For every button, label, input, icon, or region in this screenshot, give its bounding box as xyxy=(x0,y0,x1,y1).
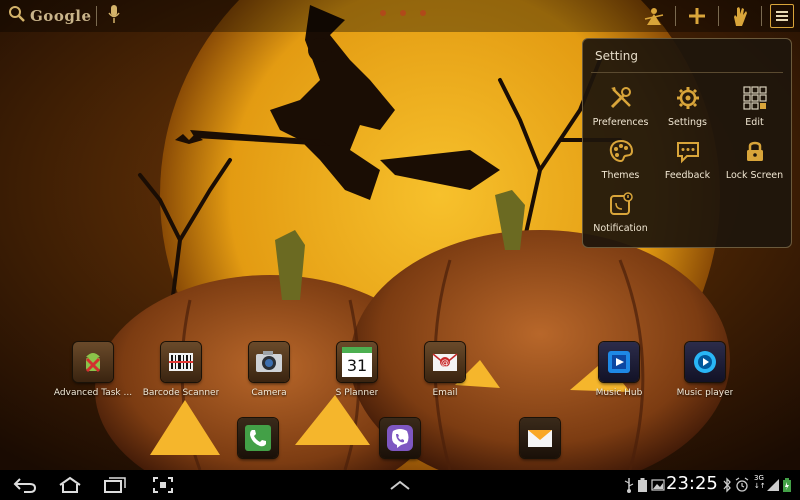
setting-item-themes[interactable]: Themes xyxy=(587,136,654,181)
screenshot-button[interactable] xyxy=(148,474,178,496)
setting-item-label: Feedback xyxy=(664,170,711,181)
menu-icon[interactable] xyxy=(770,4,794,28)
usb-icon xyxy=(624,477,634,497)
app-camera[interactable]: Camera xyxy=(226,342,312,398)
app-label: Email xyxy=(432,388,458,398)
page-indicator xyxy=(380,10,426,16)
setting-item-label: Themes xyxy=(601,170,640,181)
google-logo[interactable]: Google xyxy=(30,7,92,25)
setting-item-lock-screen[interactable]: Lock Screen xyxy=(721,136,788,181)
svg-text:@: @ xyxy=(441,358,449,367)
clock: 23:25 xyxy=(666,473,718,494)
app-label: S Planner xyxy=(335,388,379,398)
battery-charging-icon xyxy=(782,477,792,497)
music-hub-icon xyxy=(599,342,639,382)
app-label: Music Hub xyxy=(595,388,643,398)
search-divider xyxy=(95,6,97,26)
quick-panel-up-arrow[interactable] xyxy=(385,474,415,496)
app-email[interactable]: @ Email xyxy=(402,342,488,398)
app-s-planner[interactable]: 31 S Planner xyxy=(314,342,400,398)
setting-item-label: Preferences xyxy=(592,117,649,128)
setting-item-label: Lock Screen xyxy=(725,170,784,181)
phone-icon[interactable] xyxy=(238,418,278,458)
network-activity: ↓↑ xyxy=(754,482,766,490)
grid-icon xyxy=(740,83,770,113)
notification-icon xyxy=(606,189,636,219)
setting-panel: Setting Preferences Settings Edit Themes xyxy=(582,38,792,248)
network-type: 3G ↓↑ xyxy=(754,474,766,490)
google-search-widget[interactable]: Google xyxy=(8,4,121,28)
setting-item-label: Edit xyxy=(745,117,764,128)
setting-item-label: Settings xyxy=(668,117,707,128)
setting-item-label: Notification xyxy=(593,223,648,234)
setting-panel-divider xyxy=(591,72,783,73)
page-dot-1 xyxy=(380,10,386,16)
signal-strength-icon xyxy=(766,477,780,497)
android-task-icon xyxy=(73,342,113,382)
app-music-hub[interactable]: Music Hub xyxy=(576,342,662,398)
recent-apps-button[interactable] xyxy=(100,474,130,496)
app-label: Music player xyxy=(676,388,734,398)
app-music-player[interactable]: Music player xyxy=(662,342,748,398)
calendar-page: 31 xyxy=(342,347,372,377)
app-label: Camera xyxy=(251,388,287,398)
plus-icon[interactable] xyxy=(684,3,710,29)
gallery-icon xyxy=(651,477,665,497)
app-barcode-scanner[interactable]: Barcode Scanner xyxy=(138,342,224,398)
hand-icon[interactable] xyxy=(727,3,753,29)
setting-item-preferences[interactable]: Preferences xyxy=(587,83,654,128)
music-player-icon xyxy=(685,342,725,382)
search-icon[interactable] xyxy=(8,5,26,27)
setting-panel-title: Setting xyxy=(595,49,638,63)
battery-full-icon xyxy=(637,477,649,497)
setting-item-notification[interactable]: Notification xyxy=(587,189,654,234)
page-dot-3 xyxy=(420,10,426,16)
messages-icon[interactable] xyxy=(520,418,560,458)
setting-item-feedback[interactable]: Feedback xyxy=(654,136,721,181)
back-button[interactable] xyxy=(10,474,40,496)
top-bar-actions xyxy=(641,3,794,29)
setting-item-edit[interactable]: Edit xyxy=(721,83,788,128)
email-icon: @ xyxy=(425,342,465,382)
page-dot-2 xyxy=(400,10,406,16)
speech-bubble-icon xyxy=(673,136,703,166)
calendar-icon: 31 xyxy=(337,342,377,382)
network-type-label: 3G xyxy=(754,474,764,482)
tools-icon xyxy=(606,83,636,113)
viber-icon[interactable] xyxy=(380,418,420,458)
top-divider-2 xyxy=(718,6,719,26)
top-divider-1 xyxy=(675,6,676,26)
bluetooth-icon xyxy=(722,477,732,497)
microphone-icon[interactable] xyxy=(107,4,121,28)
system-bar: 23:25 3G ↓↑ xyxy=(0,470,800,500)
alarm-icon xyxy=(735,477,749,497)
wand-icon[interactable] xyxy=(641,3,667,29)
camera-icon xyxy=(249,342,289,382)
palette-icon xyxy=(606,136,636,166)
lock-icon xyxy=(740,136,770,166)
gear-icon xyxy=(673,83,703,113)
barcode-icon xyxy=(161,342,201,382)
setting-panel-grid: Preferences Settings Edit Themes Feedbac… xyxy=(587,83,789,234)
top-bar: Google xyxy=(0,0,800,32)
top-divider-3 xyxy=(761,6,762,26)
app-advanced-task-killer[interactable]: Advanced Task ... xyxy=(50,342,136,398)
setting-item-settings[interactable]: Settings xyxy=(654,83,721,128)
app-label: Advanced Task ... xyxy=(53,388,133,398)
app-label: Barcode Scanner xyxy=(142,388,220,398)
home-button[interactable] xyxy=(55,474,85,496)
